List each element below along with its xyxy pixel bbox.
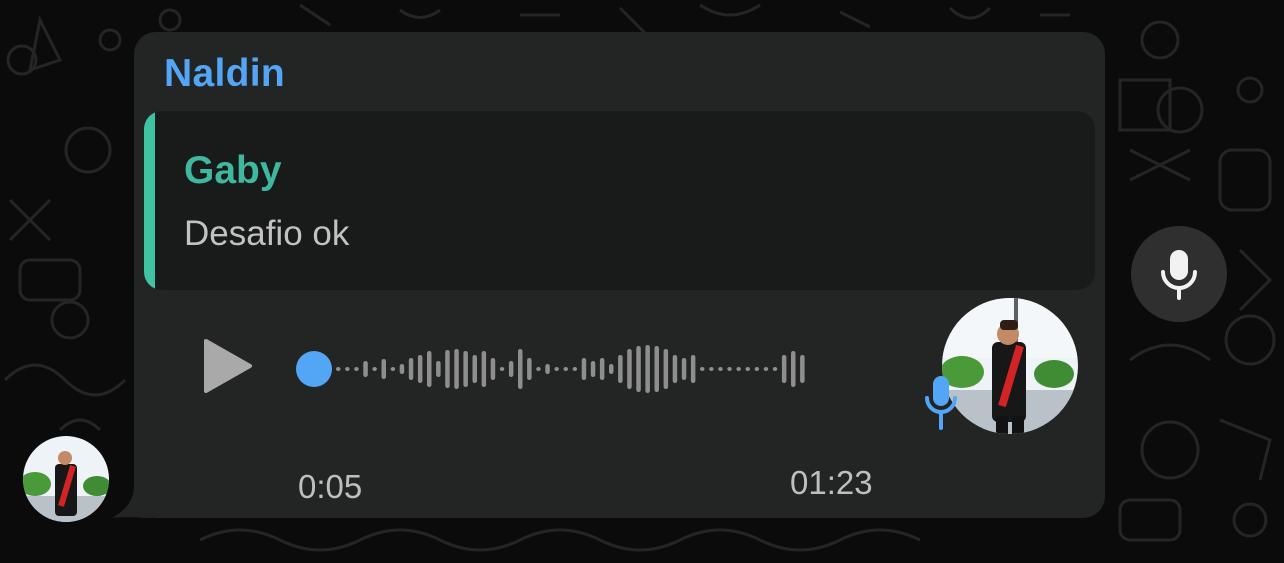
waveform-bar [508, 361, 514, 377]
waveform-bar [599, 358, 605, 380]
waveform-bar [727, 367, 732, 371]
waveform-bar [363, 361, 368, 377]
waveform-bar [336, 367, 341, 371]
waveform-bar [781, 355, 787, 383]
waveform-bar [372, 367, 377, 371]
waveform-bar [436, 361, 441, 377]
reply-quote-bar [144, 111, 155, 290]
waveform-bar [690, 355, 696, 383]
waveform-bar [663, 349, 669, 389]
waveform-bar [445, 350, 450, 388]
microphone-icon [925, 376, 957, 430]
waveform-bar [345, 367, 350, 371]
waveform-bar [463, 351, 468, 387]
waveform-bar [381, 359, 386, 379]
waveform-bar [700, 367, 705, 371]
waveform-bar [390, 367, 396, 371]
waveform-bar [791, 351, 796, 387]
waveform-bar [618, 355, 623, 383]
reply-author: Gaby [184, 149, 282, 192]
waveform-bar [354, 367, 359, 371]
waveform-bar [627, 349, 632, 389]
waveform-bar [754, 367, 760, 371]
waveform-bar [545, 364, 550, 374]
voice-message-bubble[interactable]: Naldin Gaby Desafio ok 0:05 01:23 [134, 32, 1105, 518]
waveform-bar [408, 358, 414, 380]
reply-quote[interactable]: Gaby Desafio ok [144, 111, 1095, 290]
waveform-bar [581, 358, 587, 380]
waveform-bar [472, 355, 477, 383]
playback-scrubber[interactable] [296, 351, 332, 387]
waveform-bar [572, 367, 578, 371]
waveform-bar [672, 355, 678, 383]
waveform-bar [427, 351, 432, 387]
waveform-bar [417, 355, 423, 383]
reply-text: Desafio ok [184, 214, 350, 253]
waveform-bar [590, 361, 596, 377]
waveform-bar [609, 364, 614, 374]
waveform-bar [718, 367, 723, 371]
waveform-bar [709, 367, 714, 371]
voice-sender-avatar [942, 298, 1078, 434]
waveform-bar [654, 346, 659, 392]
audio-duration: 01:23 [790, 464, 873, 501]
waveform-bar [518, 349, 523, 389]
waveform-bar [681, 358, 687, 380]
waveform-bar [645, 345, 650, 393]
waveform-bar [736, 367, 741, 371]
waveform-bar [800, 355, 805, 383]
current-time: 0:05 [298, 468, 363, 505]
waveform-bar [563, 367, 568, 371]
waveform-bar [554, 367, 559, 371]
sender-name[interactable]: Naldin [164, 52, 285, 96]
waveform-bar [527, 358, 532, 380]
microphone-icon [1161, 250, 1197, 300]
waveform-bar [763, 367, 769, 371]
audio-waveform[interactable] [294, 337, 854, 401]
play-icon[interactable] [202, 338, 252, 394]
waveform-bar [454, 349, 459, 389]
waveform-bar [399, 364, 405, 374]
record-voice-button[interactable] [1131, 226, 1227, 322]
waveform-bar [490, 358, 496, 380]
waveform-bar [481, 351, 487, 387]
waveform-bar [772, 367, 778, 371]
waveform-bar [745, 367, 750, 371]
waveform-bar [499, 367, 505, 371]
waveform-bar [536, 367, 541, 371]
waveform-bar [636, 346, 641, 392]
sender-avatar[interactable] [23, 436, 109, 522]
